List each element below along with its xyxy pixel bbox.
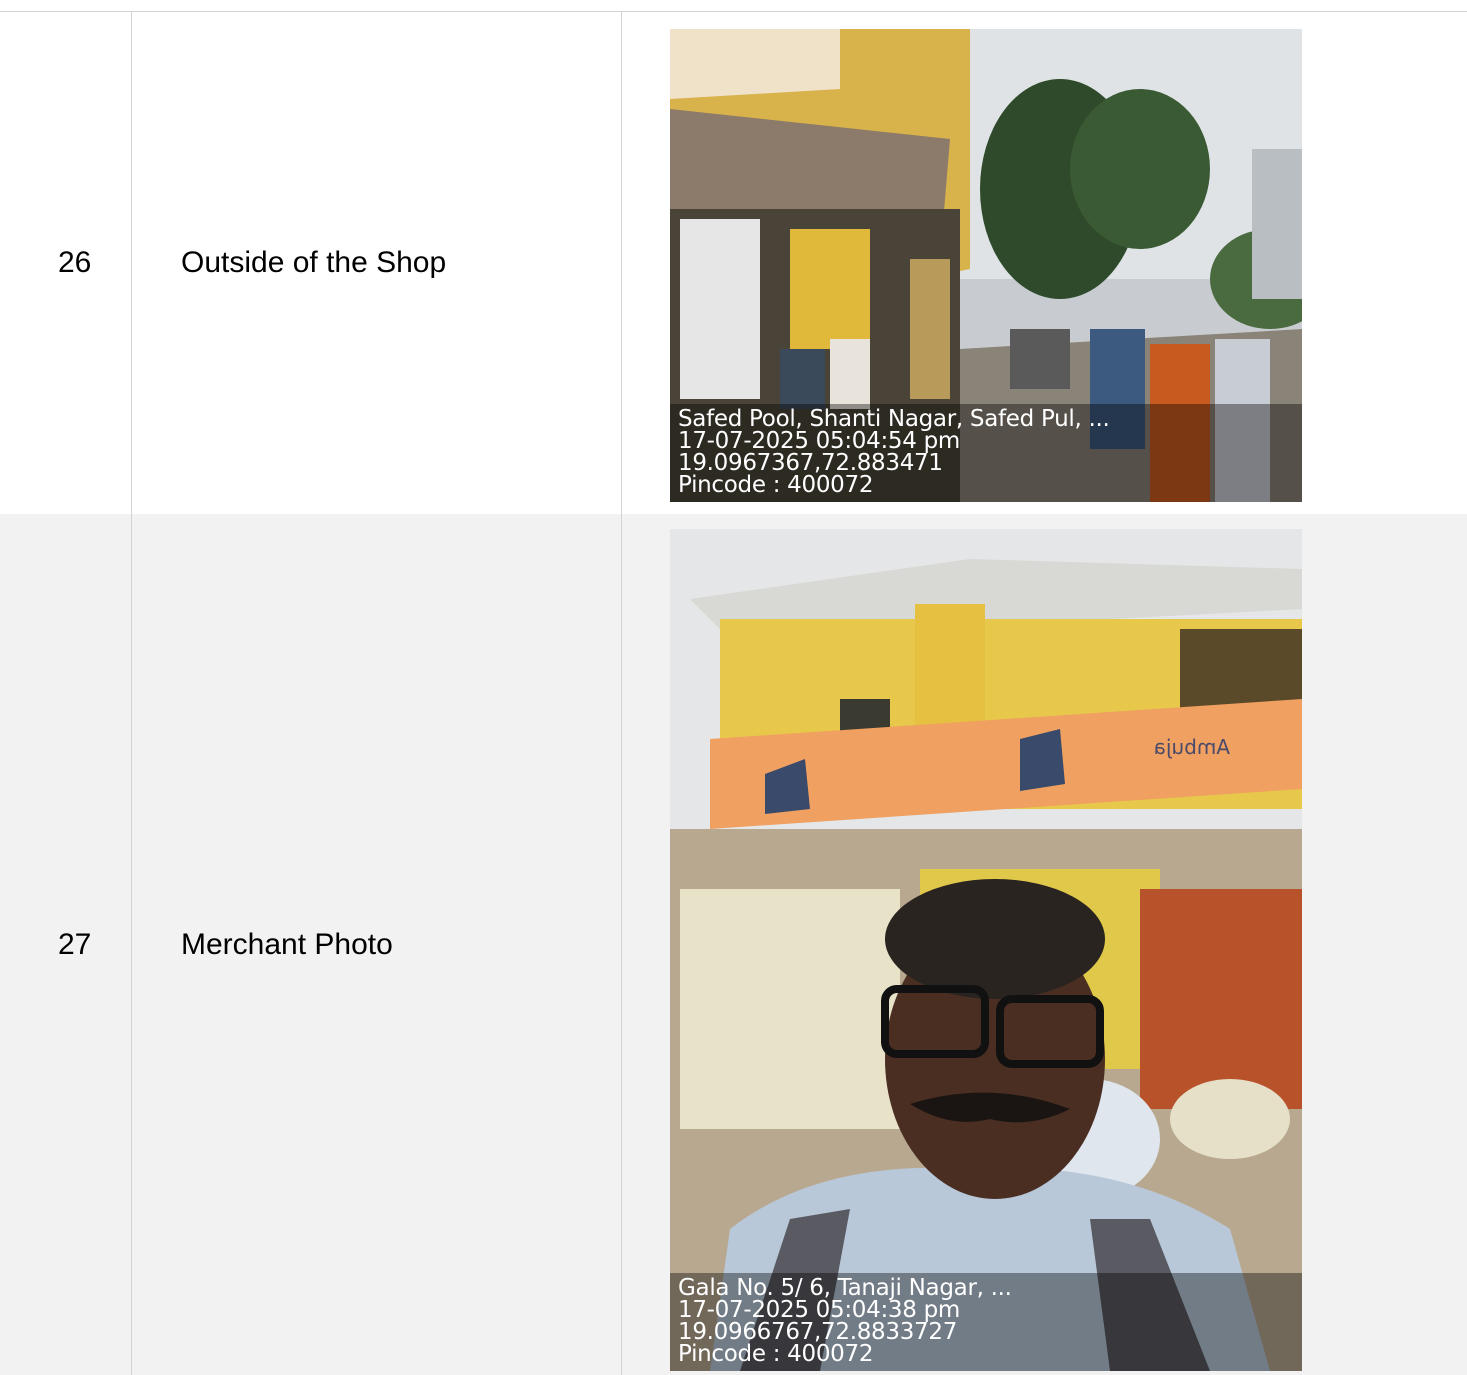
sign-text: Ambuja bbox=[1154, 735, 1230, 759]
shop-exterior-photo: Safed Pool, Shanti Nagar, Safed Pul, ...… bbox=[670, 29, 1302, 502]
merchant-photo: Ambuja Gala No. 5/ 6, Tanaji Nagar, ... … bbox=[670, 529, 1302, 1371]
photo-geotag-stamp: Gala No. 5/ 6, Tanaji Nagar, ... 17-07-2… bbox=[670, 1273, 1302, 1371]
row-label: Merchant Photo bbox=[181, 927, 393, 961]
photo-address: Gala No. 5/ 6, Tanaji Nagar, ... bbox=[678, 1275, 1012, 1301]
photo-datetime: 17-07-2025 05:04:54 pm bbox=[678, 428, 960, 454]
photo-address: Safed Pool, Shanti Nagar, Safed Pul, ... bbox=[678, 406, 1110, 432]
table-row: 27 Merchant Photo Ambuja Gala No. 5/ 6, … bbox=[0, 514, 1467, 1375]
column-divider bbox=[131, 12, 132, 1375]
row-number: 26 bbox=[58, 246, 92, 279]
photo-pincode: Pincode : 400072 bbox=[678, 472, 874, 498]
photo-pincode: Pincode : 400072 bbox=[678, 1341, 874, 1367]
row-number: 27 bbox=[58, 927, 92, 961]
merchant-image: Ambuja bbox=[670, 529, 1302, 1371]
table-row: 26 Outside of the Shop Safed Pool, Shant… bbox=[0, 12, 1467, 514]
photo-datetime: 17-07-2025 05:04:38 pm bbox=[678, 1297, 960, 1323]
photo-geotag-stamp: Safed Pool, Shanti Nagar, Safed Pul, ...… bbox=[670, 404, 1302, 502]
column-divider bbox=[621, 12, 622, 1375]
photo-coordinates: 19.0966767,72.8833727 bbox=[678, 1319, 958, 1345]
photo-coordinates: 19.0967367,72.883471 bbox=[678, 450, 943, 476]
row-label: Outside of the Shop bbox=[181, 246, 447, 279]
